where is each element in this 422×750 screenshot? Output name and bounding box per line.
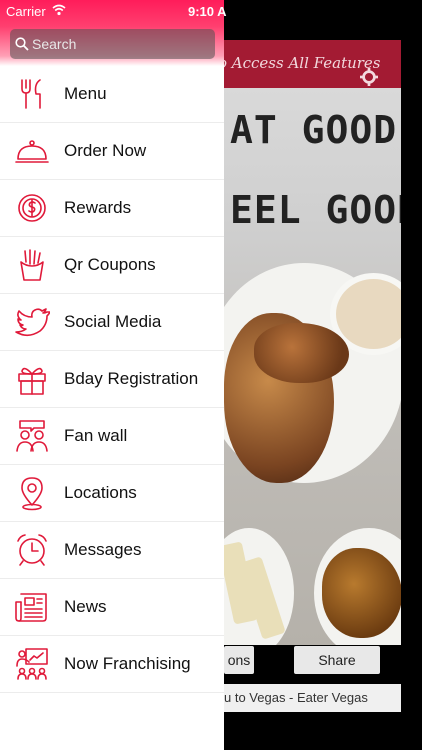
news-ticker[interactable]: u to Vegas - Eater Vegas [224, 684, 401, 712]
menu-item-order-now[interactable]: Order Now [0, 123, 224, 180]
gift-icon [18, 367, 46, 395]
newspaper-icon [15, 593, 47, 622]
menu-item-rewards[interactable]: Rewards [0, 180, 224, 237]
utensils-icon [21, 79, 41, 109]
menu-item-messages[interactable]: Messages [0, 522, 224, 579]
wifi-icon [52, 4, 66, 16]
side-drawer: Menu Order Now Rewards Qr Coupons [0, 0, 224, 750]
menu-item-menu[interactable]: Menu [0, 66, 224, 123]
map-pin-icon [21, 477, 43, 511]
menu-item-label: News [64, 597, 107, 616]
menu-item-label: Social Media [64, 312, 162, 331]
background-banner[interactable]: o Access All Features [218, 40, 401, 88]
headline-line-2: EEL GOOD [230, 188, 401, 232]
background-app: o Access All Features AT GOOD EEL GOOD o… [218, 0, 422, 750]
status-time: 9:10 A [188, 4, 227, 19]
presentation-icon [16, 648, 48, 680]
menu-item-news[interactable]: News [0, 579, 224, 636]
menu-item-label: Locations [64, 483, 137, 502]
drawer-menu: Menu Order Now Rewards Qr Coupons Social… [0, 66, 224, 693]
search-bar[interactable] [10, 29, 215, 59]
alarm-clock-icon [17, 534, 47, 566]
menu-item-label: Messages [64, 540, 142, 559]
menu-item-qr-coupons[interactable]: Qr Coupons [0, 237, 224, 294]
banner-text: o Access All Features [218, 54, 381, 72]
background-button-left[interactable]: ons [224, 646, 254, 674]
menu-item-label: Order Now [64, 141, 147, 160]
menu-item-fan-wall[interactable]: Fan wall [0, 408, 224, 465]
cloche-icon [15, 140, 49, 163]
menu-item-bday-registration[interactable]: Bday Registration [0, 351, 224, 408]
menu-item-label: Rewards [64, 198, 132, 217]
twitter-bird-icon [15, 308, 50, 337]
menu-item-label: Bday Registration [64, 369, 199, 388]
headline-line-1: AT GOOD [230, 108, 398, 152]
menu-item-label: Now Franchising [64, 654, 191, 673]
menu-item-now-franchising[interactable]: Now Franchising [0, 636, 224, 693]
dollar-coin-icon [18, 194, 46, 222]
menu-item-label: Menu [64, 84, 107, 103]
menu-item-label: Qr Coupons [64, 255, 156, 274]
search-icon [15, 37, 29, 51]
menu-item-social-media[interactable]: Social Media [0, 294, 224, 351]
menu-item-locations[interactable]: Locations [0, 465, 224, 522]
share-button[interactable]: Share [294, 646, 380, 674]
gear-icon[interactable] [360, 68, 378, 86]
carrier-label: Carrier [6, 4, 46, 19]
status-bar: Carrier 9:10 A [0, 0, 422, 22]
menu-item-label: Fan wall [64, 426, 128, 445]
fries-icon [20, 249, 44, 281]
people-chat-icon [16, 420, 48, 452]
search-input[interactable] [32, 29, 212, 59]
food-photo: AT GOOD EEL GOOD [224, 88, 401, 645]
